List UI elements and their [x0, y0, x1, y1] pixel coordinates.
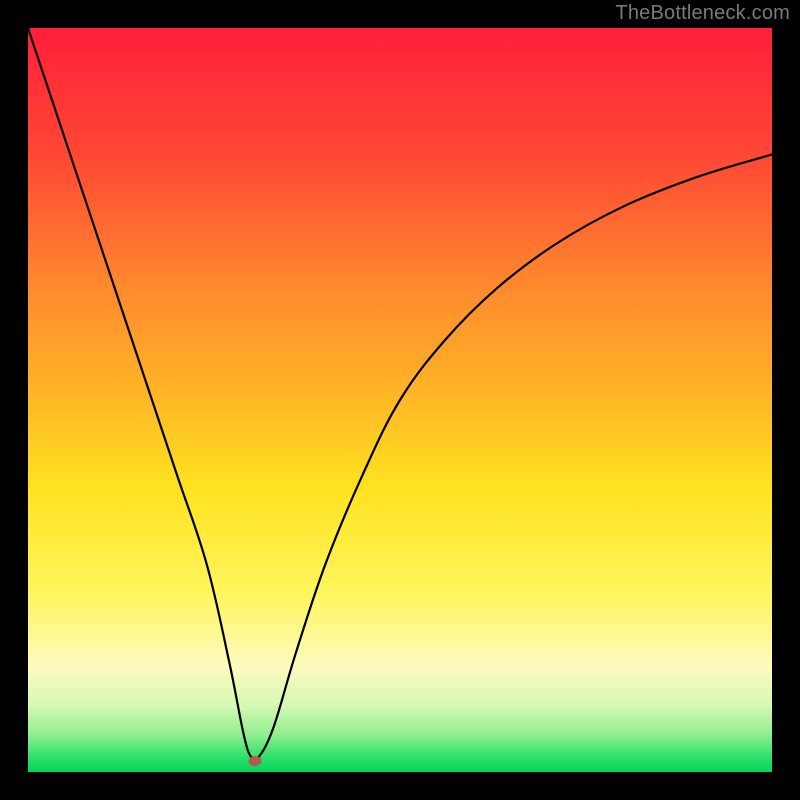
chart-frame: TheBottleneck.com [0, 0, 800, 800]
bottleneck-curve-path [28, 28, 772, 761]
source-label: TheBottleneck.com [615, 2, 790, 25]
dip-marker-dot [248, 756, 261, 766]
bottleneck-curve-svg [28, 28, 772, 772]
